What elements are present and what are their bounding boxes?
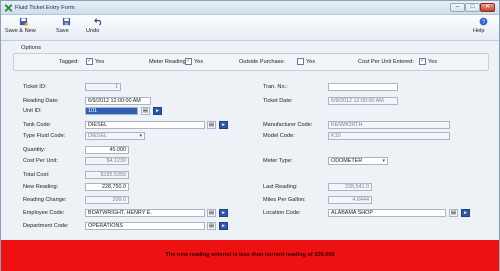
tank-code-browse-icon[interactable]: ▤ xyxy=(207,121,216,129)
tran-no-label: Tran. No.: xyxy=(263,84,288,90)
help-icon: ? xyxy=(479,17,487,26)
meter-reading-checkbox[interactable]: ✓ xyxy=(185,58,192,65)
ticket-date-label: Ticket Date: xyxy=(263,98,293,104)
tagged-value: Yes xyxy=(95,59,105,65)
reading-date-label: Reading Date: xyxy=(23,98,59,104)
toolbar: Save & New Save Undo ? Help xyxy=(1,15,499,41)
tank-code-label: Tank Code: xyxy=(23,122,52,128)
cost-per-unit-label: Cost Per Unit: xyxy=(23,158,58,164)
model-code-field[interactable]: K10 xyxy=(328,132,450,140)
outside-purchase-value: Yes xyxy=(306,59,316,65)
meter-reading-value: Yes xyxy=(194,59,204,65)
help-label: Help xyxy=(473,28,485,34)
type-fluid-code-field[interactable]: DIESEL ▾ xyxy=(85,132,145,140)
close-button[interactable]: ✕ xyxy=(480,3,495,12)
undo-label: Undo xyxy=(86,28,100,34)
help-button[interactable]: ? Help xyxy=(473,17,493,39)
undo-button[interactable]: Undo xyxy=(86,17,110,39)
meter-type-dropdown-icon: ▾ xyxy=(382,158,385,164)
meter-type-select[interactable]: ODOMETER ▾ xyxy=(328,157,388,165)
unit-id-label: Unit ID: xyxy=(23,108,42,114)
cost-per-unit-entered-label: Cost Per Unit Entered: xyxy=(358,59,414,65)
type-fluid-dropdown-icon: ▾ xyxy=(139,133,142,139)
cost-per-unit-entered-value: Yes xyxy=(428,59,438,65)
options-heading: Options xyxy=(21,45,41,51)
employee-code-browse-icon[interactable]: ▤ xyxy=(207,209,216,217)
app-x-icon xyxy=(4,4,13,12)
location-code-lookup-icon[interactable]: ▸ xyxy=(461,209,470,217)
tagged-label: Tagged: xyxy=(59,59,79,65)
miles-per-gallon-field[interactable]: 4.6444 xyxy=(328,196,372,204)
quantity-label: Quantity: xyxy=(23,147,46,153)
new-reading-field[interactable]: 228,750.0 xyxy=(85,183,129,191)
reading-change-label: Reading Change: xyxy=(23,197,67,203)
window-title: Fluid Ticket Entry Form xyxy=(15,4,75,11)
reading-date-field[interactable]: 6/9/2012 12:00:00 AM xyxy=(85,97,151,105)
type-fluid-code-label: Type Fluid Code: xyxy=(23,133,66,139)
last-reading-field[interactable]: 228,541.0 xyxy=(328,183,372,191)
manufacturer-code-field[interactable]: KENWORTH xyxy=(328,121,450,129)
cost-per-unit-field[interactable]: $4.1230 xyxy=(85,157,129,165)
employee-code-label: Employee Code: xyxy=(23,210,65,216)
ticket-id-label: Ticket ID: xyxy=(23,84,47,90)
tank-code-lookup-icon[interactable]: ▸ xyxy=(219,121,228,129)
meter-type-label: Meter Type: xyxy=(263,158,293,164)
location-code-label: Location Code: xyxy=(263,210,301,216)
department-code-field[interactable]: OPERATIONS xyxy=(85,222,205,230)
save-and-new-label: Save & New xyxy=(5,28,36,34)
unit-id-field[interactable]: 101 xyxy=(85,107,138,115)
employee-code-lookup-icon[interactable]: ▸ xyxy=(219,209,228,217)
save-new-icon xyxy=(19,17,28,26)
manufacturer-code-label: Manufacturer Code: xyxy=(263,122,313,128)
unit-id-lookup-icon[interactable]: ▸ xyxy=(153,107,162,115)
fluid-ticket-window: Fluid Ticket Entry Form – □ ✕ Save & New… xyxy=(0,0,500,271)
total-cost-label: Total Cost: xyxy=(23,172,50,178)
tagged-checkbox[interactable]: ✓ xyxy=(86,58,93,65)
undo-icon xyxy=(93,18,101,26)
department-code-browse-icon[interactable]: ▤ xyxy=(207,222,216,230)
outside-purchase-label: Outside Purchase: xyxy=(239,59,286,65)
meter-type-value: ODOMETER xyxy=(331,158,363,164)
ticket-date-field[interactable]: 6/9/2012 12:00:00 AM xyxy=(328,97,398,105)
department-code-lookup-icon[interactable]: ▸ xyxy=(219,222,228,230)
tank-code-field[interactable]: DIESEL xyxy=(85,121,205,129)
tran-no-field[interactable] xyxy=(328,83,398,91)
last-reading-label: Last Reading: xyxy=(263,184,298,190)
ticket-id-field[interactable]: 1 xyxy=(85,83,121,91)
model-code-label: Model Code: xyxy=(263,133,295,139)
save-icon xyxy=(62,17,70,26)
save-and-new-button[interactable]: Save & New xyxy=(5,17,41,39)
location-code-field[interactable]: ALABAMA SHOP xyxy=(328,209,446,217)
type-fluid-code-value: DIESEL xyxy=(88,133,108,139)
location-code-browse-icon[interactable]: ▤ xyxy=(449,209,458,217)
unit-id-browse-icon[interactable]: ▤ xyxy=(141,107,150,115)
new-reading-label: New Reading: xyxy=(23,184,59,190)
outside-purchase-checkbox[interactable] xyxy=(297,58,304,65)
minimize-button[interactable]: – xyxy=(450,3,465,12)
department-code-label: Department Code: xyxy=(23,223,69,229)
reading-change-field[interactable]: 209.0 xyxy=(85,196,129,204)
total-cost-field[interactable]: $185.5350 xyxy=(85,171,129,179)
maximize-button[interactable]: □ xyxy=(465,3,480,12)
error-message-bar: The new reading entered is less than cur… xyxy=(1,240,499,271)
meter-reading-label: Meter Reading: xyxy=(149,59,188,65)
employee-code-field[interactable]: BOATWRIGHT, HENRY E. xyxy=(85,209,205,217)
save-button[interactable]: Save xyxy=(56,17,76,39)
quantity-field[interactable]: 45.000 xyxy=(85,146,129,154)
cost-per-unit-entered-checkbox[interactable]: ✓ xyxy=(419,58,426,65)
save-label: Save xyxy=(56,28,69,34)
title-bar[interactable]: Fluid Ticket Entry Form – □ ✕ xyxy=(1,1,499,15)
error-message-text: The new reading entered is less than cur… xyxy=(165,252,335,258)
miles-per-gallon-label: Miles Per Gallon: xyxy=(263,197,306,203)
